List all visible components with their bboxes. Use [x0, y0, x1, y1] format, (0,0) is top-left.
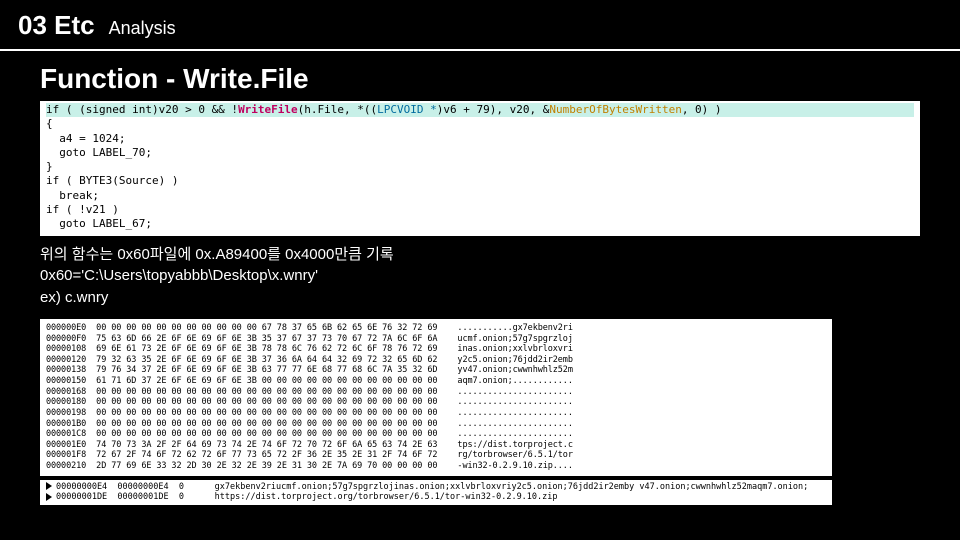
- content-area: Function - Write.File if ( (signed int)v…: [0, 51, 960, 505]
- string-table-panel: 00000000E4 00000000E4 0 gx7ekbenv2riucmf…: [40, 480, 832, 505]
- code-line-6: if ( BYTE3(Source) ): [46, 174, 178, 187]
- slide: 03 Etc Analysis Function - Write.File if…: [0, 0, 960, 540]
- code-line-4: goto LABEL_70;: [46, 146, 152, 159]
- header-bar: 03 Etc Analysis: [0, 0, 960, 51]
- code-line-2: {: [46, 117, 53, 130]
- explanation-line-1: 위의 함수는 0x60파일에 0x.A89400를 0x4000만큼 기록: [40, 244, 920, 266]
- code-line-3: a4 = 1024;: [46, 132, 125, 145]
- header-section-number: 03 Etc: [18, 10, 95, 41]
- header-subtitle: Analysis: [109, 18, 176, 39]
- code-line-7: break;: [46, 189, 99, 202]
- string-row-1: 00000000E4 00000000E4 0 gx7ekbenv2riucmf…: [56, 482, 808, 492]
- string-row-2: 00000001DE 00000001DE 0 https://dist.tor…: [56, 492, 558, 502]
- hex-dump-panel: 000000E0 00 00 00 00 00 00 00 00 00 00 0…: [40, 319, 832, 476]
- code-line-9: goto LABEL_67;: [46, 217, 152, 230]
- triangle-icon: [46, 493, 52, 501]
- section-title: Function - Write.File: [40, 63, 920, 95]
- explanation-line-3: ex) c.wnry: [40, 287, 920, 309]
- code-line-5: }: [46, 160, 53, 173]
- explanation-line-2: 0x60='C:\Users\topyabbb\Desktop\x.wnry': [40, 265, 920, 287]
- explanation-text: 위의 함수는 0x60파일에 0x.A89400를 0x4000만큼 기록 0x…: [40, 244, 920, 309]
- code-block: if ( (signed int)v20 > 0 && !WriteFile(h…: [40, 101, 920, 236]
- triangle-icon: [46, 482, 52, 490]
- code-line-8: if ( !v21 ): [46, 203, 119, 216]
- code-writefile-call: WriteFile: [238, 103, 298, 116]
- code-line-1: if ( (signed int)v20 > 0 && !WriteFile(h…: [46, 103, 914, 117]
